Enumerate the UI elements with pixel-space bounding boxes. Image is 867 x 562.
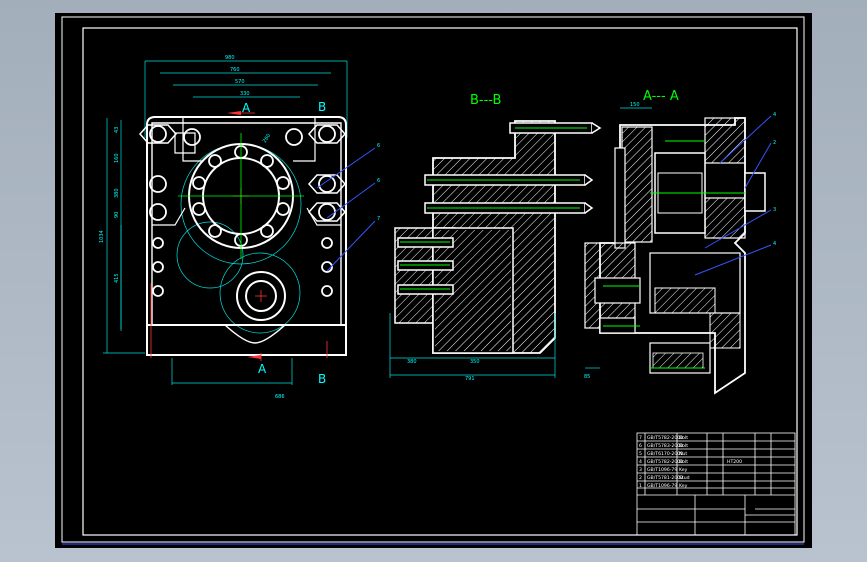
parts-row: 1 GB/T1096-79 Key: [639, 483, 688, 489]
dim-front-lower: 415: [114, 273, 120, 283]
section-marker-b-bottom: B: [318, 372, 326, 386]
svg-text:2: 2: [639, 475, 642, 481]
parts-row: 6 GB/T5783-2000 Bolt: [639, 443, 688, 449]
dim-right-bottom: 85: [584, 374, 590, 380]
svg-text:Bolt: Bolt: [679, 459, 688, 465]
svg-text:Stud: Stud: [679, 475, 690, 481]
svg-text:GB/T5782-2000: GB/T5782-2000: [647, 459, 683, 465]
dim-front-330: 330: [240, 91, 250, 97]
svg-text:GB/T5783-2000: GB/T5783-2000: [647, 443, 683, 449]
section-aa-title: A--- A: [643, 89, 679, 104]
drawing-sheet: 980 760 570 330 686 260 1034 415 43 160 …: [55, 13, 812, 548]
svg-text:GB/T5781-2000: GB/T5781-2000: [647, 475, 683, 481]
dim-front-570: 570: [235, 79, 245, 85]
dim-right-top: 150: [630, 102, 640, 108]
dim-front-760: 760: [230, 67, 240, 73]
svg-text:1: 1: [639, 483, 642, 489]
section-bb-view: B---B 380 350 791: [389, 93, 602, 382]
svg-text:4: 4: [639, 459, 642, 465]
dim-front-height: 1034: [99, 230, 105, 243]
leader-front-6a: 6: [377, 143, 380, 149]
svg-text:GB/T5782-2000: GB/T5782-2000: [647, 435, 683, 441]
dim-front-980: 980: [225, 55, 235, 61]
svg-text:Nut: Nut: [679, 451, 687, 457]
leader-front-7: 7: [377, 216, 380, 222]
cad-drawing: 980 760 570 330 686 260 1034 415 43 160 …: [61, 16, 805, 545]
svg-text:GB/T6170-2000: GB/T6170-2000: [647, 451, 683, 457]
dim-front-a: 43: [114, 127, 120, 133]
section-aa-view: A--- A 150 85 4 2 3 4: [584, 89, 776, 395]
cad-viewport: 980 760 570 330 686 260 1034 415 43 160 …: [0, 0, 867, 562]
dim-front-c: 380: [114, 188, 120, 198]
section-marker-b-top: B: [318, 100, 326, 114]
parts-row: 2 GB/T5781-2000 Stud: [639, 475, 690, 481]
svg-text:Key: Key: [679, 467, 688, 473]
leader-right-3: 3: [773, 207, 776, 213]
leader-front-6b: 6: [377, 178, 380, 184]
front-view: 980 760 570 330 686 260 1034 415 43 160 …: [99, 55, 380, 400]
svg-text:3: 3: [639, 467, 642, 473]
dim-front-d: 90: [114, 212, 120, 218]
dim-side-380: 380: [407, 359, 417, 365]
parts-row: 3 GB/T1096-79 Key: [639, 467, 688, 473]
section-marker-a-top: A: [242, 101, 251, 115]
leader-right-2: 2: [773, 140, 776, 146]
dim-side-791: 791: [465, 376, 475, 382]
parts-row: 4 GB/T5782-2000 Bolt: [639, 459, 688, 465]
material-note: HT200: [727, 459, 742, 465]
svg-text:Key: Key: [679, 483, 688, 489]
parts-row: 5 GB/T6170-2000 Nut: [639, 451, 687, 457]
dim-circle: 260: [262, 133, 272, 144]
svg-text:5: 5: [639, 451, 642, 457]
svg-text:6: 6: [639, 443, 642, 449]
dim-front-bottom: 686: [275, 394, 285, 400]
svg-text:7: 7: [639, 435, 642, 441]
svg-text:GB/T1096-79: GB/T1096-79: [647, 467, 677, 473]
svg-text:Bolt: Bolt: [679, 435, 688, 441]
section-marker-a-bottom: A: [258, 362, 267, 376]
dim-side-350: 350: [470, 359, 480, 365]
parts-row: 7 GB/T5782-2000 Bolt: [639, 435, 688, 441]
section-bb-title: B---B: [470, 93, 501, 108]
dim-front-b: 160: [114, 153, 120, 163]
leader-right-4a: 4: [773, 112, 776, 118]
svg-text:Bolt: Bolt: [679, 443, 688, 449]
svg-text:GB/T1096-79: GB/T1096-79: [647, 483, 677, 489]
leader-right-4b: 4: [773, 241, 776, 247]
